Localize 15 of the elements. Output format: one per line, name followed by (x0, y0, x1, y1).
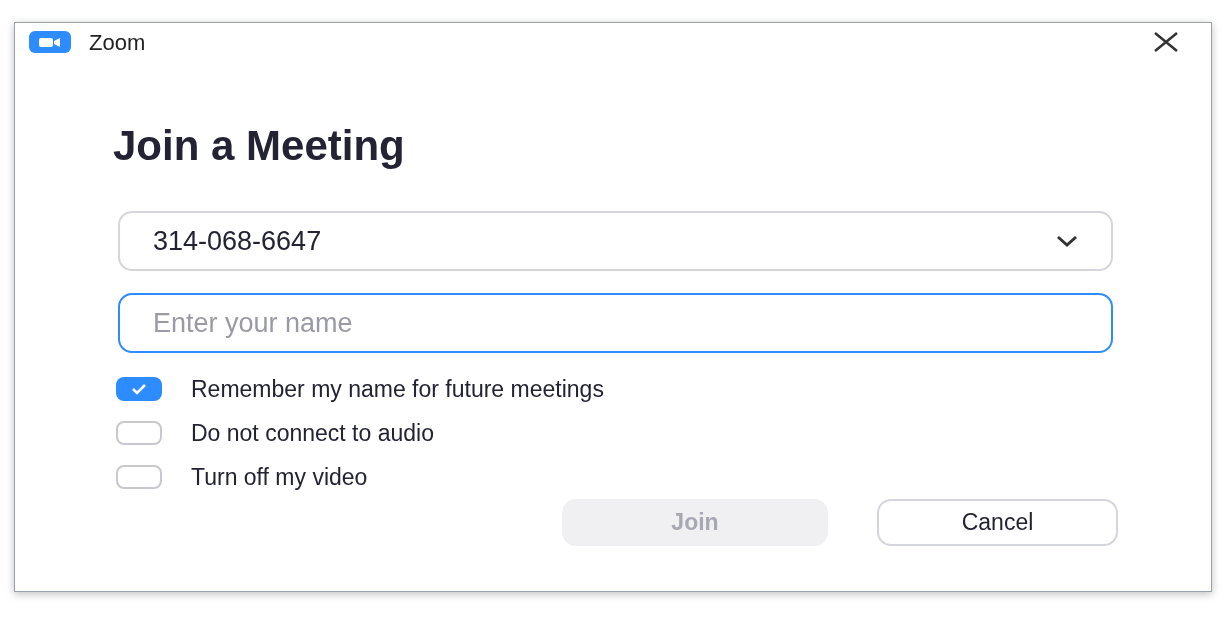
name-input-field[interactable]: Enter your name (118, 293, 1113, 353)
meeting-id-dropdown[interactable]: 314-068-6647 (118, 211, 1113, 271)
checkbox-label: Remember my name for future meetings (191, 374, 604, 404)
checkbox-label: Turn off my video (191, 462, 368, 492)
video-camera-icon (29, 31, 71, 53)
checkbox[interactable] (116, 465, 162, 489)
chevron-down-icon (1056, 235, 1078, 247)
checkbox[interactable] (116, 421, 162, 445)
meeting-id-value: 314-068-6647 (153, 224, 322, 258)
window-title: Zoom (89, 28, 146, 57)
dialog-heading: Join a Meeting (113, 121, 406, 171)
cancel-button[interactable]: Cancel (877, 499, 1118, 546)
checkbox[interactable] (116, 377, 162, 401)
checkbox-label: Do not connect to audio (191, 418, 434, 448)
check-icon (131, 383, 147, 395)
